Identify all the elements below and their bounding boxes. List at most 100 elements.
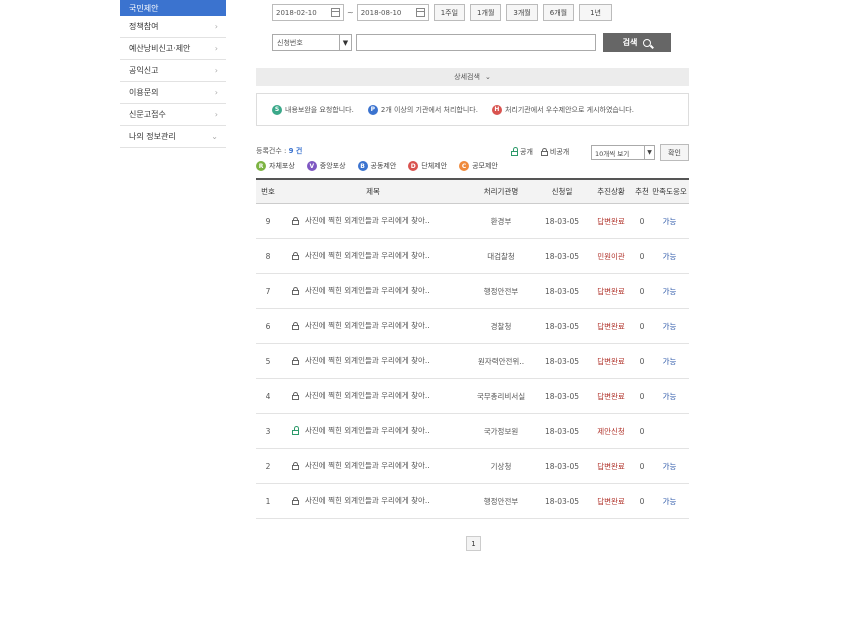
row-title-link[interactable]: 사진에 찍힌 외계인들과 우리에게 찾아.. [305, 391, 433, 401]
table-row[interactable]: 3 사진에 찍힌 외계인들과 우리에게 찾아.. 국가정보원 18-03-05 제안신청… [256, 414, 689, 449]
row-org: 대검찰청 [487, 251, 515, 261]
sidebar-item-label: 공익신고 [129, 66, 159, 75]
search-type-select[interactable]: 신청번호 ▼ [272, 34, 352, 51]
row-status: 답변완료 [597, 391, 625, 401]
row-satisfaction: 가능 [662, 496, 677, 506]
row-title-cell[interactable]: 사진에 찍힌 외계인들과 우리에게 찾아.. [280, 251, 466, 261]
row-title-link[interactable]: 사진에 찍힌 외계인들과 우리에게 찾아.. [305, 426, 433, 436]
table-row[interactable]: 9 사진에 찍힌 외계인들과 우리에게 찾아.. 환경부 18-03-05 답변완료 0 가… [256, 204, 689, 239]
chevron-down-icon: ▼ [339, 35, 351, 50]
chevron-down-icon: ⌄ [211, 132, 218, 141]
detail-search-toggle[interactable]: 상세검색 ⌄ [256, 68, 689, 86]
type-item: R 자체포상 [256, 161, 295, 171]
header-date: 신청일 [551, 187, 573, 196]
sidebar-item-policy[interactable]: 정책참여 › [120, 16, 226, 38]
row-no: 3 [265, 426, 271, 436]
unlock-icon [292, 426, 299, 435]
row-title-cell[interactable]: 사진에 찍힌 외계인들과 우리에게 찾아.. [280, 426, 466, 436]
row-no: 8 [265, 251, 271, 261]
period-1year-button[interactable]: 1년 [579, 4, 612, 21]
row-org: 환경부 [490, 216, 512, 226]
table-row[interactable]: 6 사진에 찍힌 외계인들과 우리에게 찾아.. 경찰청 18-03-05 답변완료 0 가… [256, 309, 689, 344]
row-title-cell[interactable]: 사진에 찍힌 외계인들과 우리에게 찾아.. [280, 286, 466, 296]
row-no: 9 [265, 216, 271, 226]
type-label: 공동제안 [370, 162, 397, 170]
type-label: 단체제안 [421, 162, 448, 170]
type-item: C 공모제안 [459, 161, 498, 171]
search-icon [643, 38, 652, 47]
row-status: 제안신청 [597, 426, 625, 436]
per-page-value: 10개씩 보기 [595, 149, 630, 158]
row-title-link[interactable]: 사진에 찍힌 외계인들과 우리에게 찾아.. [305, 251, 433, 261]
calendar-icon[interactable] [415, 8, 425, 17]
row-title-link[interactable]: 사진에 찍힌 외계인들과 우리에게 찾아.. [305, 461, 433, 471]
chevron-right-icon: › [214, 44, 218, 53]
row-status: 답변완료 [597, 461, 625, 471]
row-title-cell[interactable]: 사진에 찍힌 외계인들과 우리에게 찾아.. [280, 356, 466, 366]
row-recommend: 0 [639, 216, 645, 226]
calendar-icon[interactable] [331, 8, 340, 17]
sidebar-item-sinmungo[interactable]: 신문고접수 › [120, 104, 226, 126]
row-title-link[interactable]: 사진에 찍힌 외계인들과 우리에게 찾아.. [305, 321, 433, 331]
row-no: 5 [265, 356, 271, 366]
self-award-icon: R [256, 161, 266, 171]
header-satisfaction: 만족도응오 [652, 187, 687, 196]
row-title-cell[interactable]: 사진에 찍힌 외계인들과 우리에게 찾아.. [280, 321, 466, 331]
row-title-link[interactable]: 사진에 찍힌 외계인들과 우리에게 찾아.. [305, 496, 433, 506]
search-button[interactable]: 검색 [603, 33, 671, 52]
confirm-button[interactable]: 확인 [660, 144, 689, 161]
row-title-cell[interactable]: 사진에 찍힌 외계인들과 우리에게 찾아.. [280, 391, 466, 401]
group-proposal-icon: D [408, 161, 419, 171]
header-title: 제목 [366, 187, 380, 196]
table-row[interactable]: 2 사진에 찍힌 외계인들과 우리에게 찾아.. 기상청 18-03-05 답변완료 0 가… [256, 449, 689, 484]
period-6month-button[interactable]: 6개월 [542, 4, 575, 21]
joint-proposal-icon: B [357, 161, 368, 171]
sidebar-item-proposal[interactable]: 국민제안 [120, 0, 226, 16]
period-1week-button[interactable]: 1주일 [433, 4, 466, 21]
row-org: 국무총리비서실 [476, 391, 526, 401]
row-title-cell[interactable]: 사진에 찍힌 외계인들과 우리에게 찾아.. [280, 461, 466, 471]
row-status: 답변완료 [597, 321, 625, 331]
lock-icon [292, 322, 299, 330]
row-date: 18-03-05 [544, 496, 580, 506]
table-row[interactable]: 1 사진에 찍힌 외계인들과 우리에게 찾아.. 행정안전부 18-03-05 답변완료… [256, 484, 689, 519]
date-to-input[interactable]: 2018-08-10 [356, 4, 429, 21]
sidebar-item-inquiry[interactable]: 이용문의 › [120, 82, 226, 104]
row-no: 1 [265, 496, 271, 506]
chevron-down-icon: ⌄ [484, 73, 491, 81]
table-row[interactable]: 7 사진에 찍힌 외계인들과 우리에게 찾아.. 행정안전부 18-03-05 답변완료… [256, 274, 689, 309]
per-page-select[interactable]: 10개씩 보기 ▼ [591, 145, 655, 160]
contest-proposal-icon: C [459, 161, 470, 171]
row-date: 18-03-05 [544, 461, 580, 471]
search-type-value: 신청번호 [277, 38, 303, 47]
sidebar-item-public-report[interactable]: 공익신고 › [120, 60, 226, 82]
row-recommend: 0 [639, 461, 645, 471]
period-3month-button[interactable]: 3개월 [506, 4, 538, 21]
row-title-link[interactable]: 사진에 찍힌 외계인들과 우리에게 찾아.. [305, 356, 433, 366]
table-row[interactable]: 8 사진에 찍힌 외계인들과 우리에게 찾아.. 대검찰청 18-03-05 민원이관 0… [256, 239, 689, 274]
sidebar-item-my-info[interactable]: 나의 정보관리 ⌄ [120, 126, 226, 148]
table-row[interactable]: 5 사진에 찍힌 외계인들과 우리에게 찾아.. 원자력안전위.. 18-03-05 답… [256, 344, 689, 379]
page-1-button[interactable]: 1 [466, 536, 481, 551]
row-title-link[interactable]: 사진에 찍힌 외계인들과 우리에게 찾아.. [305, 216, 433, 226]
sidebar-item-budget[interactable]: 예산낭비신고·제안 › [120, 38, 226, 60]
sidebar-item-label: 예산낭비신고·제안 [129, 44, 191, 53]
notice-text: 처리기관에서 우수제안으로 게시하였습니다. [504, 105, 634, 114]
period-1month-button[interactable]: 1개월 [470, 4, 502, 21]
chevron-right-icon: › [214, 88, 218, 97]
notice-item: S 내용보완을 요청합니다. [272, 104, 354, 115]
row-title-link[interactable]: 사진에 찍힌 외계인들과 우리에게 찾아.. [305, 286, 433, 296]
detail-search-label: 상세검색 [454, 73, 480, 81]
search-input[interactable] [356, 34, 596, 51]
record-count: 등록건수 : 9 건 [256, 146, 302, 156]
row-title-cell[interactable]: 사진에 찍힌 외계인들과 우리에게 찾아.. [280, 216, 466, 226]
date-from-input[interactable]: 2018-02-10 [272, 4, 344, 21]
chevron-right-icon: › [214, 110, 218, 119]
row-date: 18-03-05 [544, 251, 580, 261]
header-org: 처리기관명 [483, 187, 519, 196]
lock-icon [292, 392, 299, 400]
table-row[interactable]: 4 사진에 찍힌 외계인들과 우리에게 찾아.. 국무총리비서실 18-03-05 답변… [256, 379, 689, 414]
sidebar-item-label: 나의 정보관리 [129, 132, 176, 141]
date-range: 2018-02-10 ~ 2018-08-10 1주일 1개월 3개월 6개월 … [272, 4, 612, 21]
row-title-cell[interactable]: 사진에 찍힌 외계인들과 우리에게 찾아.. [280, 496, 466, 506]
